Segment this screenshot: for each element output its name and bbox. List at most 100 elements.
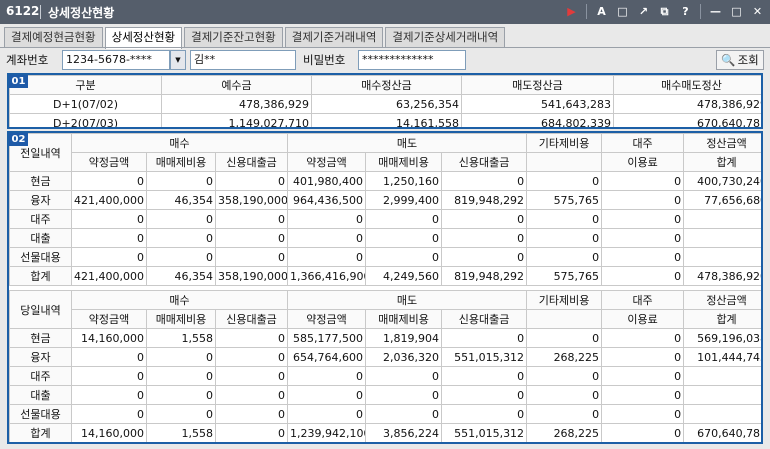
table-row[interactable]: 선물대용 0 0 0 0 0 0 0 0	[9, 247, 761, 267]
tab-detail-transactions[interactable]: 결제기준상세거래내역	[385, 27, 506, 48]
table-row[interactable]: 대주 0 0 0 0 0 0 0 0	[9, 209, 761, 229]
tab-transactions[interactable]: 결제기준거래내역	[284, 27, 384, 48]
header-etc-cost-blank	[526, 152, 603, 172]
table-row[interactable]: 대출 0 0 0 0 0 0 0 0	[9, 228, 761, 248]
window-controls: ▶ A □ ↗ ⧉ ? — □ ✕	[563, 3, 766, 20]
cell: 0	[601, 228, 685, 248]
table-row[interactable]: D+1(07/02) 478,386,929 63,256,354 541,64…	[9, 94, 761, 114]
cell: 0	[601, 247, 685, 267]
table-row[interactable]: 융자 421,400,000 46,354 358,190,000 964,436,50…	[9, 190, 761, 210]
section-detail-settlement: 02 전일내역 매수 매도 기타제비용 대주 정산금액 약정금액 매매제비용 신용대출금 약정금액…	[7, 131, 763, 444]
row-label: 융자	[9, 347, 72, 367]
table-row[interactable]: 현금 0 0 0 401,980,400 1,250,160 0 0 0 400,730,240	[9, 171, 761, 191]
cell	[683, 228, 761, 248]
font-icon[interactable]: A	[593, 3, 610, 20]
header-buy: 매수	[70, 133, 289, 153]
cell: 0	[71, 209, 147, 229]
query-button-label: 조회	[737, 53, 759, 67]
cell: 268,225	[526, 347, 603, 367]
header-buy: 매수	[70, 290, 289, 310]
window-title: 상세정산현황	[48, 6, 115, 20]
cell: 0	[287, 209, 367, 229]
cell: 551,015,312	[441, 347, 528, 367]
table-row[interactable]: 합계 14,160,000 1,558 0 1,239,942,100 3,856,224…	[9, 423, 761, 442]
table-row[interactable]: 선물대용 0 0 0 0 0 0 0 0	[9, 404, 761, 424]
cell: 0	[287, 404, 367, 424]
link-icon[interactable]: ↗	[635, 3, 652, 20]
cell: 101,444,743	[683, 347, 761, 367]
section-title: 당일내역	[9, 290, 72, 329]
minimize-icon[interactable]: —	[707, 3, 724, 20]
cell: 0	[601, 266, 685, 286]
cell: 0	[287, 228, 367, 248]
subheader: 매매제비용	[365, 309, 443, 329]
cell: 0	[214, 228, 289, 248]
cell: 0	[601, 347, 685, 367]
help-icon[interactable]: ?	[677, 3, 694, 20]
subheader: 약정금액	[71, 309, 147, 329]
row-label: D+1(07/02)	[9, 94, 162, 114]
red-arrow-icon[interactable]: ▶	[563, 3, 580, 20]
cell: 0	[526, 228, 603, 248]
subheader: 신용대출금	[214, 309, 289, 329]
cell: 670,640,781	[613, 113, 761, 127]
cell: 0	[146, 404, 216, 424]
cell: 0	[287, 385, 367, 405]
row-label: 현금	[9, 171, 72, 191]
cell: 0	[287, 366, 367, 386]
table-row[interactable]: 합계 421,400,000 46,354 358,190,000 1,366,416,…	[9, 266, 761, 286]
maximize-icon[interactable]: □	[728, 3, 745, 20]
cell: 541,643,283	[461, 94, 614, 114]
cell: 0	[287, 247, 367, 267]
cell: 421,400,000	[71, 190, 147, 210]
cell: 585,177,500	[287, 328, 367, 348]
cell: 0	[441, 247, 528, 267]
account-select[interactable]: 1234-5678-****	[62, 50, 170, 70]
cell: 0	[441, 209, 528, 229]
header-deposit: 예수금	[161, 75, 312, 95]
subheader: 매매제비용	[146, 152, 216, 172]
restore-icon[interactable]: ⧉	[656, 3, 673, 20]
close-icon[interactable]: ✕	[749, 3, 766, 20]
table-row[interactable]: D+2(07/03) 1,149,027,710 14,161,558 684,…	[9, 113, 761, 127]
cell: 421,400,000	[71, 266, 147, 286]
header-category: 구분	[9, 75, 162, 95]
cell: 0	[214, 328, 289, 348]
subheader: 약정금액	[287, 152, 367, 172]
cell: 0	[71, 247, 147, 267]
header-settle-bottom: 합계	[683, 152, 761, 172]
cell: 0	[146, 228, 216, 248]
cell: 0	[526, 366, 603, 386]
cell: 46,354	[146, 266, 216, 286]
tab-expected-cash[interactable]: 결제예정현금현황	[4, 27, 103, 48]
subheader: 매매제비용	[146, 309, 216, 329]
cell: 0	[441, 366, 528, 386]
header-buy-settle: 매수정산금	[311, 75, 462, 95]
cell	[683, 366, 761, 386]
toolbar-divider	[586, 4, 587, 19]
cell: 575,765	[526, 266, 603, 286]
cell: 1,149,027,710	[161, 113, 312, 127]
section-badge: 01	[9, 75, 28, 88]
subheader: 신용대출금	[214, 152, 289, 172]
cell: 0	[146, 347, 216, 367]
table-row[interactable]: 대주 0 0 0 0 0 0 0 0	[9, 366, 761, 386]
table-row[interactable]: 대출 0 0 0 0 0 0 0 0	[9, 385, 761, 405]
table-row[interactable]: 융자 0 0 0 654,764,600 2,036,320 551,015,312 268,…	[9, 347, 761, 367]
cell: 0	[214, 347, 289, 367]
today-table: 당일내역 매수 매도 기타제비용 대주 정산금액 약정금액 매매제비용 신용대출금 약정금액 매매제…	[9, 290, 761, 442]
tab-detail-settlement[interactable]: 상세정산현황	[104, 27, 183, 49]
title-separator	[40, 5, 41, 19]
password-field[interactable]: *************	[358, 50, 466, 70]
tab-balance[interactable]: 결제기준잔고현황	[184, 27, 283, 48]
query-button[interactable]: 🔍 조회	[716, 50, 764, 70]
popup-icon[interactable]: □	[614, 3, 631, 20]
cell	[683, 247, 761, 267]
account-name-field: 김**	[190, 50, 296, 70]
table-row[interactable]: 현금 14,160,000 1,558 0 585,177,500 1,819,904 0 0…	[9, 328, 761, 348]
cell: 478,386,929	[613, 94, 761, 114]
subheader: 매매제비용	[365, 152, 443, 172]
cell: 0	[441, 171, 528, 191]
header-loan-fee-bottom: 이용료	[601, 152, 685, 172]
chevron-down-icon[interactable]: ▼	[170, 50, 186, 70]
